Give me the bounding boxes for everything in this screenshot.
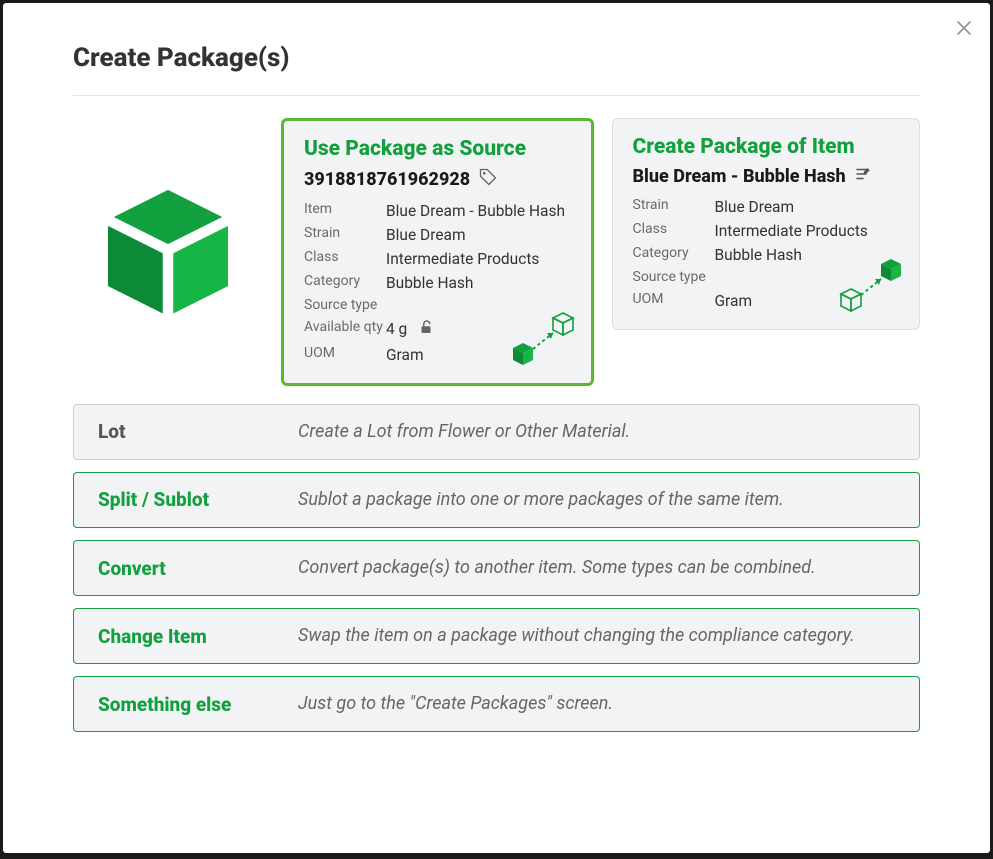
option-label: Lot [98,420,298,443]
transfer-icon [507,309,579,373]
source-package-card[interactable]: Use Package as Source 3918818761962928 I… [281,118,594,386]
value: Bubble Hash [386,271,473,295]
label: UOM [304,343,386,367]
edit-list-icon [854,165,872,187]
label: Strain [304,223,386,247]
option-something-else[interactable]: Something else Just go to the "Create Pa… [73,676,920,732]
package-icon [73,118,263,328]
close-icon[interactable] [956,19,972,41]
option-label: Split / Sublot [98,488,298,511]
option-desc: Create a Lot from Flower or Other Materi… [298,419,630,445]
source-card-title: Use Package as Source [304,137,571,161]
value: Blue Dream [386,223,466,247]
value: Bubble Hash [715,243,802,267]
option-change-item[interactable]: Change Item Swap the item on a package w… [73,608,920,664]
option-label: Convert [98,557,298,580]
label: Class [304,247,386,271]
option-desc: Swap the item on a package without chang… [298,623,855,649]
option-label: Change Item [98,625,298,648]
label: Available qty [304,317,386,343]
create-packages-modal: Create Package(s) Use Package as Source [3,3,990,853]
option-lot[interactable]: Lot Create a Lot from Flower or Other Ma… [73,404,920,460]
tag-icon [478,167,498,191]
package-id: 3918818761962928 [304,169,470,190]
item-card-title: Create Package of Item [633,135,900,159]
label: Category [633,243,715,267]
create-item-card[interactable]: Create Package of Item Blue Dream - Bubb… [612,118,921,330]
value: Blue Dream [715,195,795,219]
value: Intermediate Products [386,247,539,271]
label: Category [304,271,386,295]
label: Source type [304,295,386,317]
label: Class [633,219,715,243]
option-label: Something else [98,693,298,716]
transfer-icon [835,255,907,319]
label: Item [304,199,386,223]
label: Strain [633,195,715,219]
value: Intermediate Products [715,219,868,243]
item-name: Blue Dream - Bubble Hash [633,166,846,187]
value: Blue Dream - Bubble Hash [386,199,565,223]
option-desc: Sublot a package into one or more packag… [298,487,784,513]
divider [73,95,920,96]
unlock-icon [417,318,435,343]
available-qty-value: 4 g [386,320,407,338]
option-convert[interactable]: Convert Convert package(s) to another it… [73,540,920,596]
option-desc: Convert package(s) to another item. Some… [298,555,816,581]
label: UOM [633,289,715,313]
option-desc: Just go to the "Create Packages" screen. [298,691,613,717]
option-split[interactable]: Split / Sublot Sublot a package into one… [73,472,920,528]
value: Gram [386,343,424,367]
label: Source type [633,267,715,289]
modal-title: Create Package(s) [3,3,990,95]
value: 4 g [386,317,435,343]
value: Gram [715,289,753,313]
